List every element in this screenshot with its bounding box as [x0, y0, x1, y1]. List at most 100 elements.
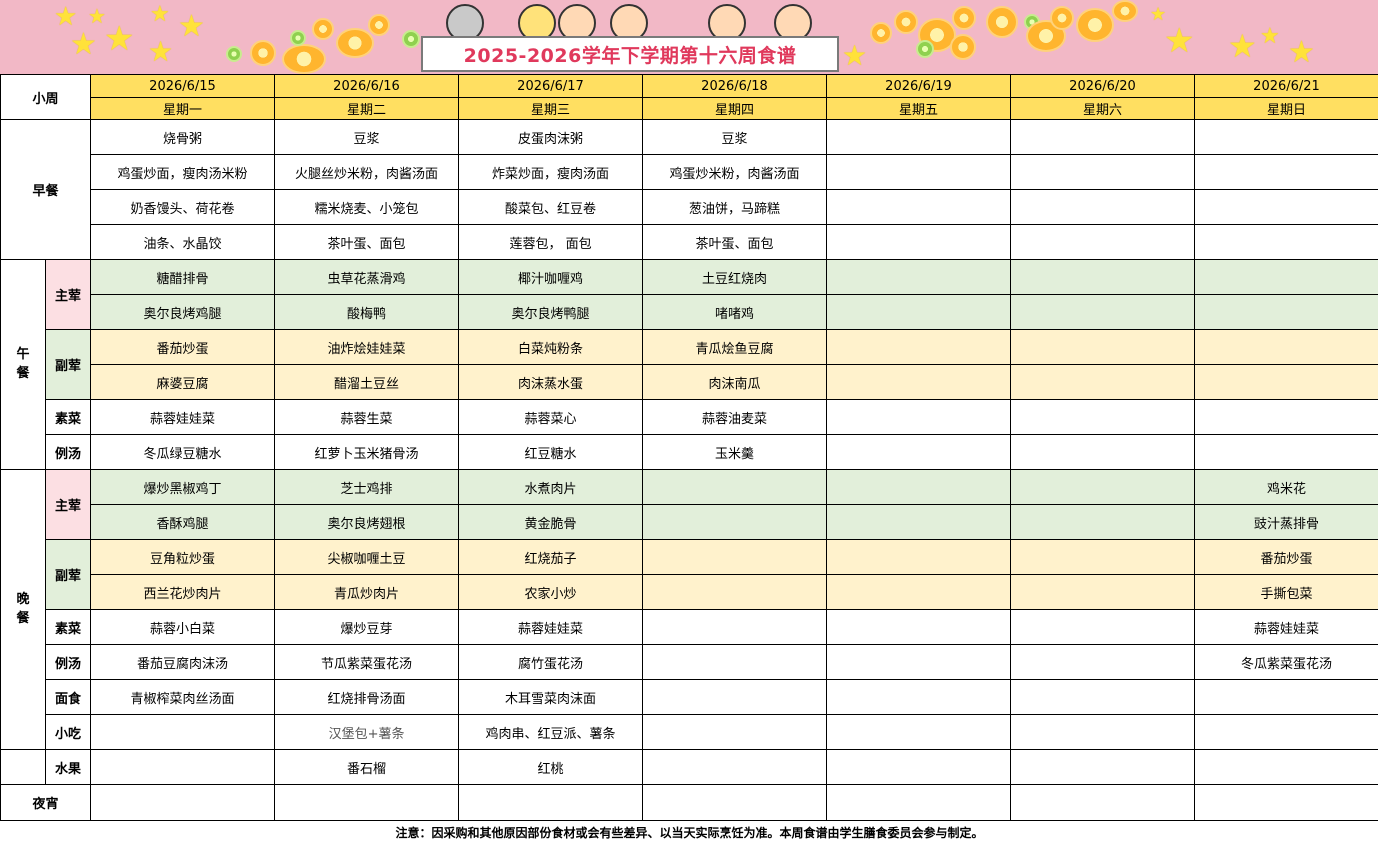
cartoon-kids-illustration	[432, 2, 842, 42]
orange-icon	[250, 40, 276, 66]
orange-icon	[312, 18, 334, 40]
menu-cell: 蒜蓉生菜	[274, 399, 460, 435]
menu-cell	[1010, 189, 1196, 225]
supper-label: 夜宵	[0, 784, 92, 821]
dinner-main-row: 晚餐 主荤 爆炒黑椒鸡丁 芝士鸡排 水煮肉片 鸡米花	[0, 469, 1378, 750]
weekday-cell: 星期四	[642, 97, 828, 120]
menu-cell	[1010, 294, 1196, 330]
menu-cell: 红豆糖水	[458, 434, 644, 470]
menu-cell	[1010, 399, 1196, 435]
fruit-row: 水果 番石榴 红桃	[0, 749, 1378, 785]
breakfast-row: 奶香馒头、荷花卷 糯米烧麦、小笼包 酸菜包、红豆卷 葱油饼，马蹄糕	[1, 189, 1378, 225]
menu-cell	[1194, 749, 1378, 785]
menu-cell	[826, 294, 1012, 330]
menu-cell: 皮蛋肉沫粥	[458, 119, 644, 155]
menu-cell: 豉汁蒸排骨	[1194, 504, 1378, 540]
menu-cell: 手撕包菜	[1194, 574, 1378, 610]
menu-cell: 腐竹蛋花汤	[458, 644, 644, 680]
menu-cell	[1194, 714, 1378, 750]
menu-cell	[1194, 399, 1378, 435]
menu-cell	[642, 679, 828, 715]
menu-cell: 番石榴	[274, 749, 460, 785]
menu-cell	[826, 259, 1012, 295]
menu-cell	[642, 504, 828, 540]
menu-cell: 冬瓜绿豆糖水	[90, 434, 276, 470]
menu-cell: 莲蓉包， 面包	[458, 224, 644, 260]
lunch-soup-row: 例汤 冬瓜绿豆糖水 红萝卜玉米猪骨汤 红豆糖水 玉米羹	[1, 434, 1378, 470]
menu-cell	[1010, 259, 1196, 295]
star-icon: ★	[104, 19, 135, 59]
dinner-soup-label: 例汤	[44, 644, 92, 680]
weekday-cell: 星期日	[1194, 97, 1378, 120]
weekday-cell: 星期五	[826, 97, 1012, 120]
orange-icon	[950, 34, 976, 60]
menu-cell: 爆炒黑椒鸡丁	[90, 469, 276, 505]
menu-cell: 红桃	[458, 749, 644, 785]
menu-cell: 茶叶蛋、面包	[642, 224, 828, 260]
menu-cell	[90, 714, 276, 750]
menu-cell: 红烧茄子	[458, 539, 644, 575]
menu-cell	[642, 644, 828, 680]
date-cell: 2026/6/15	[90, 74, 276, 98]
menu-cell: 油炸烩娃娃菜	[274, 329, 460, 365]
orange-icon	[1076, 8, 1114, 42]
menu-cell	[274, 784, 460, 821]
menu-cell	[1010, 224, 1196, 260]
fruit-label: 水果	[44, 749, 92, 785]
menu-cell: 奥尔良烤鸭腿	[458, 294, 644, 330]
date-cell: 2026/6/20	[1010, 74, 1196, 98]
menu-cell: 蒜蓉娃娃菜	[458, 609, 644, 645]
menu-cell: 蒜蓉小白菜	[90, 609, 276, 645]
menu-cell: 肉沫蒸水蛋	[458, 364, 644, 400]
lunch-main-row: 午餐 主荤 糖醋排骨 虫草花蒸滑鸡 椰汁咖喱鸡 土豆红烧肉	[0, 259, 1378, 470]
menu-cell	[642, 784, 828, 821]
menu-cell	[90, 784, 276, 821]
dinner-veg-row: 素菜 蒜蓉小白菜 爆炒豆芽 蒜蓉娃娃菜 蒜蓉娃娃菜	[1, 609, 1378, 645]
menu-cell: 青椒榨菜肉丝汤面	[90, 679, 276, 715]
menu-cell: 鸡蛋炒米粉，肉酱汤面	[642, 154, 828, 190]
menu-cell	[642, 609, 828, 645]
menu-cell	[1194, 119, 1378, 155]
menu-cell	[826, 679, 1012, 715]
menu-cell: 蒜蓉菜心	[458, 399, 644, 435]
menu-cell: 白菜炖粉条	[458, 329, 644, 365]
menu-cell	[1010, 434, 1196, 470]
menu-cell	[458, 784, 644, 821]
menu-cell	[1010, 119, 1196, 155]
menu-cell: 木耳雪菜肉沫面	[458, 679, 644, 715]
dinner-main-label: 主荤	[44, 469, 92, 540]
lime-icon	[290, 30, 306, 46]
dinner-noodle-label: 面食	[44, 679, 92, 715]
lunch-side-row: 副荤 番茄炒蛋 油炸烩娃娃菜 白菜炖粉条 青瓜烩鱼豆腐	[1, 329, 1378, 400]
dinner-snack-row: 小吃 汉堡包+薯条 鸡肉串、红豆派、薯条	[1, 714, 1378, 750]
breakfast-row: 早餐 烧骨粥 豆浆 皮蛋肉沫粥 豆浆	[0, 119, 1378, 260]
menu-cell	[1194, 679, 1378, 715]
date-cell: 2026/6/19	[826, 74, 1012, 98]
menu-cell: 红烧排骨汤面	[274, 679, 460, 715]
menu-cell	[1194, 224, 1378, 260]
footer-note: 注意：因采购和其他原因部份食材或会有些差异、以当天实际烹饪为准。本周食谱由学生膳…	[0, 820, 1378, 843]
menu-cell	[826, 784, 1012, 821]
menu-cell: 麻婆豆腐	[90, 364, 276, 400]
menu-cell: 油条、水晶饺	[90, 224, 276, 260]
lime-icon	[916, 40, 934, 58]
menu-cell	[826, 434, 1012, 470]
header-banner: ★ ★ ★ ★ ★ ★ ★ ★ ★ ★ ★ ★ ★ 2025-2026学年下学期…	[0, 0, 1378, 74]
dinner-snack-label: 小吃	[44, 714, 92, 750]
orange-icon	[282, 44, 326, 74]
menu-table: 小周 2026/6/15 2026/6/16 2026/6/17 2026/6/…	[0, 74, 1378, 843]
supper-row: 夜宵	[0, 784, 1378, 821]
dinner-soup-row: 例汤 番茄豆腐肉沫汤 节瓜紫菜蛋花汤 腐竹蛋花汤 冬瓜紫菜蛋花汤	[1, 644, 1378, 680]
menu-cell: 糯米烧麦、小笼包	[274, 189, 460, 225]
weekday-cell: 星期六	[1010, 97, 1196, 120]
menu-cell	[826, 714, 1012, 750]
menu-cell	[1010, 644, 1196, 680]
lunch-main-row: 奥尔良烤鸡腿 酸梅鸭 奥尔良烤鸭腿 啫啫鸡	[1, 294, 1378, 330]
orange-icon	[986, 6, 1018, 38]
menu-cell: 酸菜包、红豆卷	[458, 189, 644, 225]
menu-cell	[1010, 364, 1196, 400]
lunch-side-row: 麻婆豆腐 醋溜土豆丝 肉沫蒸水蛋 肉沫南瓜	[1, 364, 1378, 400]
date-cell: 2026/6/21	[1194, 74, 1378, 98]
date-cell: 2026/6/18	[642, 74, 828, 98]
menu-cell	[826, 539, 1012, 575]
